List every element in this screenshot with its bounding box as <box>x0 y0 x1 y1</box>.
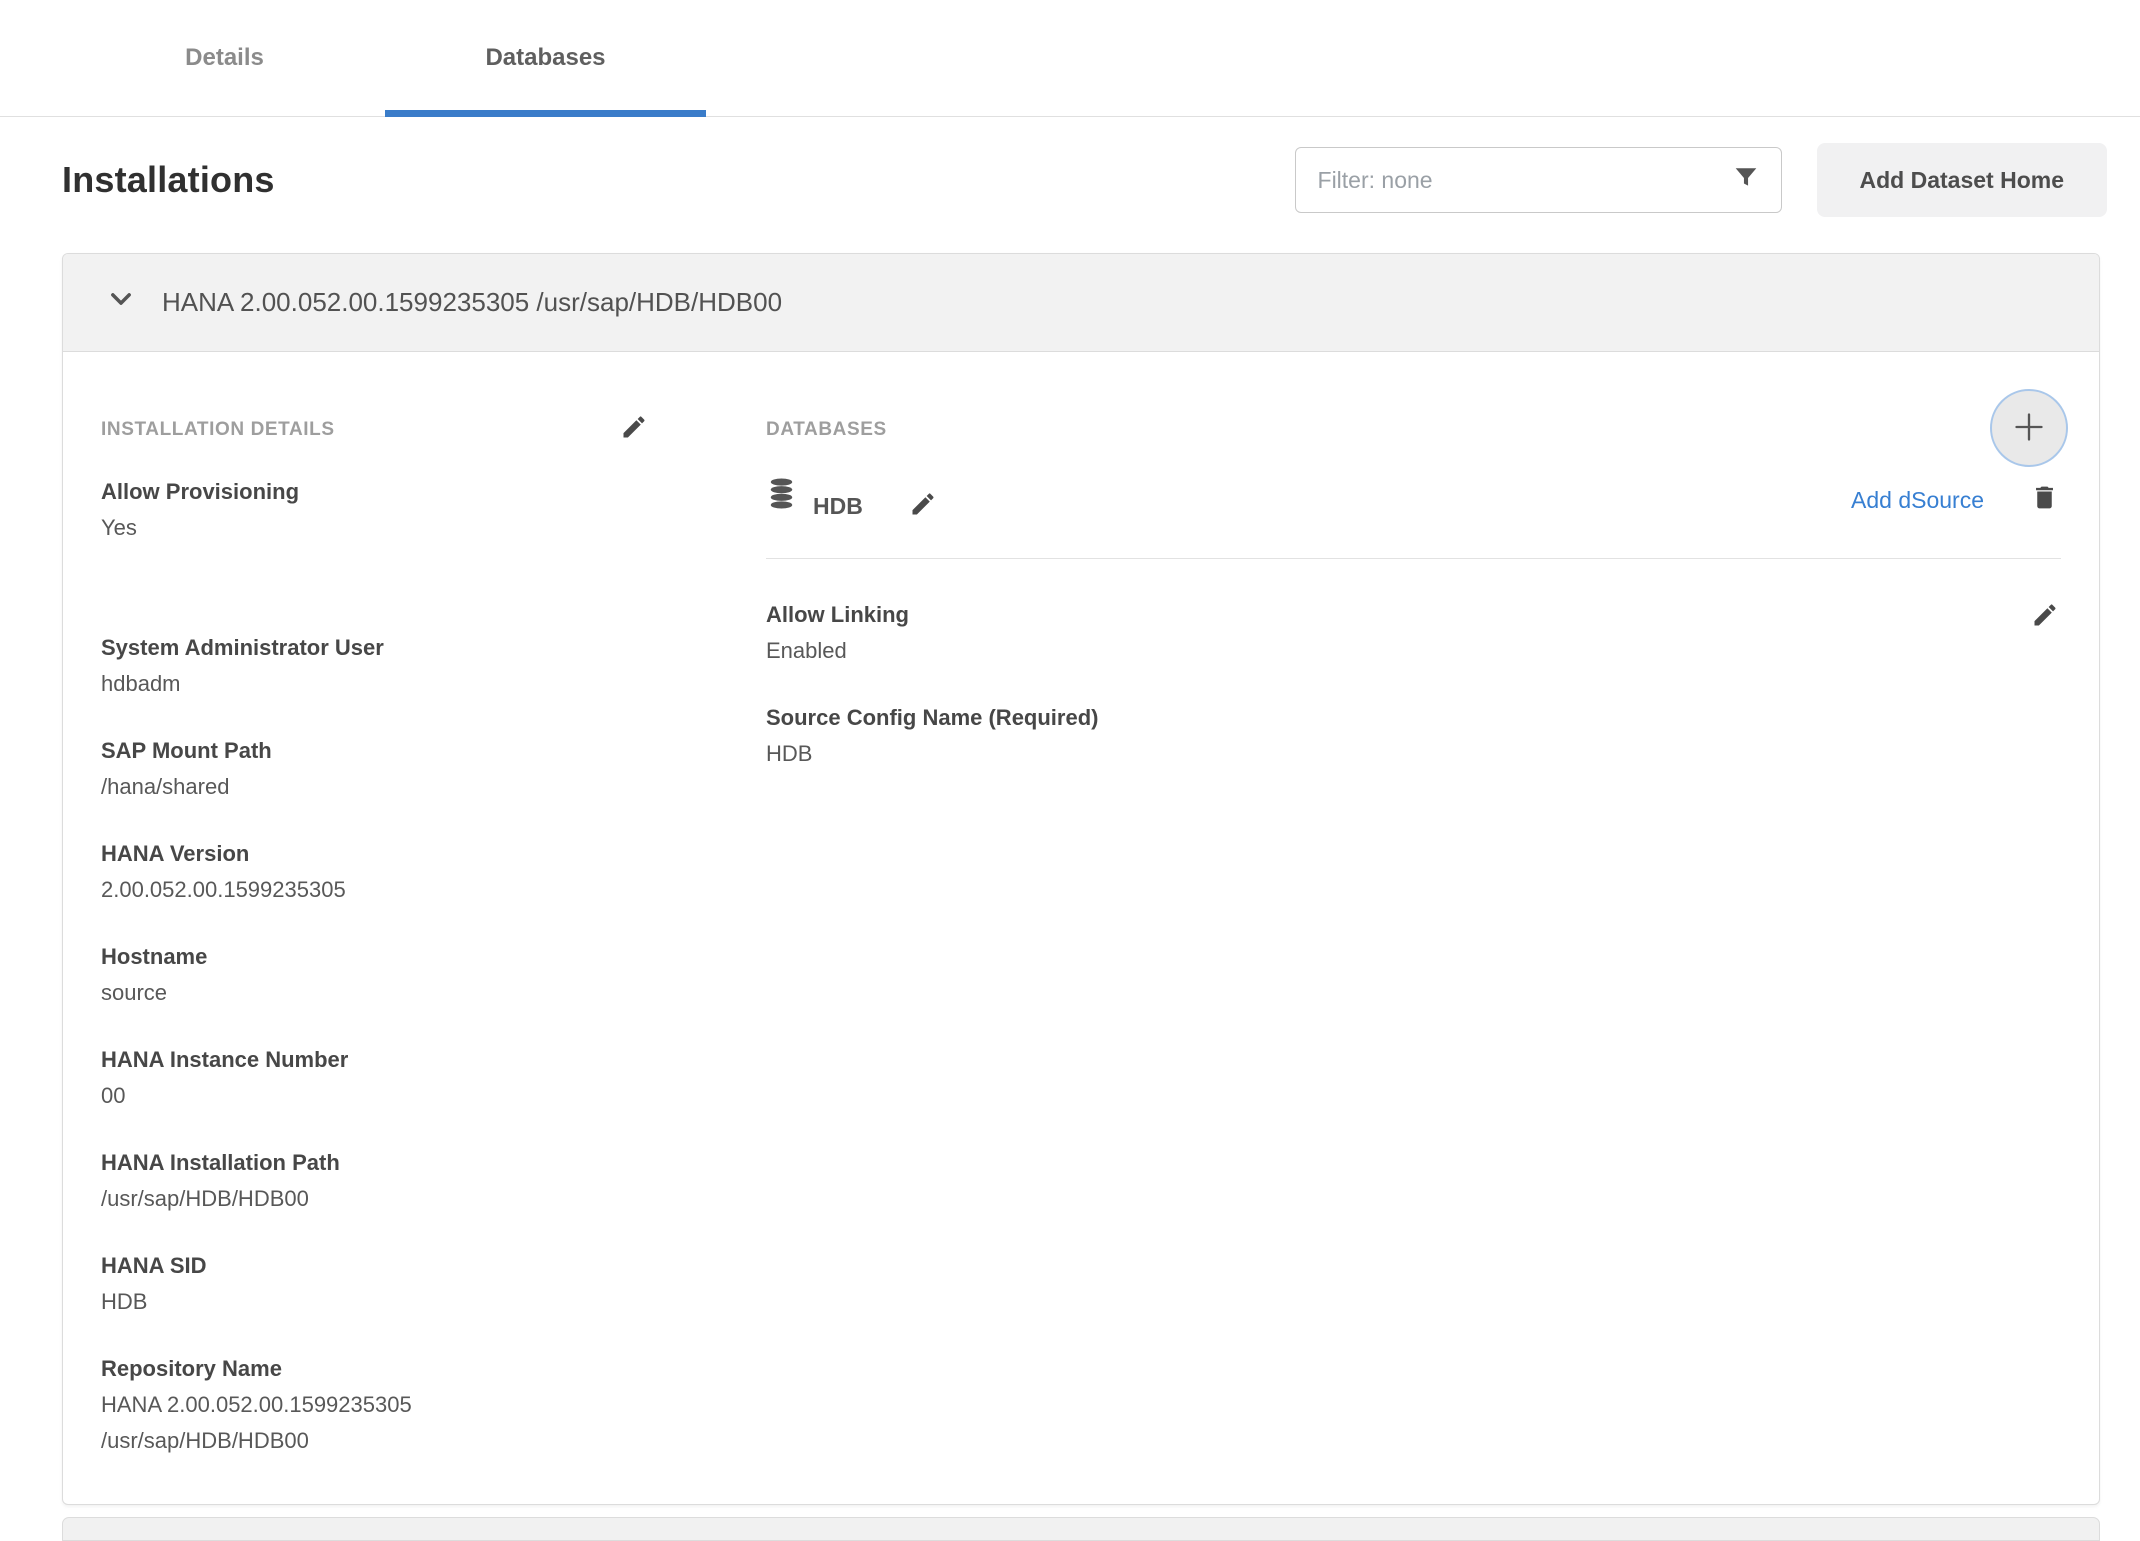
tab-details-label: Details <box>185 44 264 72</box>
filter-box[interactable] <box>1295 147 1782 213</box>
installation-panel-header[interactable]: HANA 2.00.052.00.1599235305 /usr/sap/HDB… <box>63 254 2099 352</box>
edit-database-name-icon[interactable] <box>909 490 937 523</box>
field-value: Enabled <box>766 633 909 669</box>
field-label: HANA Installation Path <box>101 1145 648 1181</box>
page-title: Installations <box>62 159 1295 201</box>
field-label: Repository Name <box>101 1351 648 1387</box>
filter-input[interactable] <box>1318 167 1733 194</box>
tab-details[interactable]: Details <box>64 0 385 116</box>
field-hana-installation-path: HANA Installation Path /usr/sap/HDB/HDB0… <box>101 1145 648 1217</box>
page-header: Installations Add Dataset Home <box>0 117 2140 253</box>
field-label: SAP Mount Path <box>101 733 648 769</box>
field-label: Allow Linking <box>766 597 909 633</box>
allow-linking-row: Allow Linking Enabled <box>766 597 2061 700</box>
add-database-button[interactable] <box>1990 389 2068 467</box>
databases-heading: DATABASES <box>766 419 887 441</box>
field-value: 2.00.052.00.1599235305 <box>101 872 531 908</box>
installation-details-section: INSTALLATION DETAILS Allow Provisioning … <box>101 416 648 1490</box>
tab-bar: Details Databases <box>0 0 2140 117</box>
next-installation-panel-peek[interactable] <box>62 1517 2100 1541</box>
field-label: Allow Provisioning <box>101 474 648 510</box>
installation-panel: HANA 2.00.052.00.1599235305 /usr/sap/HDB… <box>62 253 2100 1505</box>
database-name: HDB <box>813 493 863 520</box>
field-repository-name: Repository Name HANA 2.00.052.00.1599235… <box>101 1351 648 1459</box>
active-tab-underline <box>385 110 706 117</box>
field-value: /hana/shared <box>101 769 531 805</box>
installation-details-heading: INSTALLATION DETAILS <box>101 419 335 441</box>
field-label: Hostname <box>101 939 648 975</box>
chevron-down-icon[interactable] <box>107 285 135 320</box>
field-label: HANA SID <box>101 1248 648 1284</box>
installation-panel-body: INSTALLATION DETAILS Allow Provisioning … <box>63 352 2099 1490</box>
field-value: Yes <box>101 510 531 546</box>
database-stack-icon <box>768 478 795 514</box>
filter-icon[interactable] <box>1733 165 1759 196</box>
field-allow-linking: Allow Linking Enabled <box>766 597 909 669</box>
field-sap-mount-path: SAP Mount Path /hana/shared <box>101 733 648 805</box>
field-label: HANA Instance Number <box>101 1042 648 1078</box>
tab-databases[interactable]: Databases <box>385 0 706 116</box>
field-hostname: Hostname source <box>101 939 648 1011</box>
field-system-administrator-user: System Administrator User hdbadm <box>101 630 648 702</box>
field-label: Source Config Name (Required) <box>766 700 2061 736</box>
delete-database-icon[interactable] <box>2030 482 2059 518</box>
field-hana-sid: HANA SID HDB <box>101 1248 648 1320</box>
field-value: /usr/sap/HDB/HDB00 <box>101 1181 531 1217</box>
installation-title: HANA 2.00.052.00.1599235305 /usr/sap/HDB… <box>162 287 782 318</box>
databases-section: DATABASES HDB <box>766 416 2061 1490</box>
field-label: System Administrator User <box>101 630 648 666</box>
add-dataset-home-button[interactable]: Add Dataset Home <box>1817 143 2107 217</box>
field-value: HANA 2.00.052.00.1599235305 /usr/sap/HDB… <box>101 1387 531 1459</box>
plus-icon <box>2009 407 2049 450</box>
field-hana-instance-number: HANA Instance Number 00 <box>101 1042 648 1114</box>
field-value: hdbadm <box>101 666 531 702</box>
tab-databases-label: Databases <box>485 44 605 72</box>
field-source-config-name: Source Config Name (Required) HDB <box>766 700 2061 772</box>
field-label: HANA Version <box>101 836 648 872</box>
field-value: HDB <box>766 736 1196 772</box>
edit-installation-details-icon[interactable] <box>620 413 648 447</box>
add-dsource-link[interactable]: Add dSource <box>1851 487 1984 514</box>
edit-database-config-icon[interactable] <box>2031 601 2059 634</box>
database-row: HDB Add dSource <box>766 474 2061 559</box>
field-allow-provisioning: Allow Provisioning Yes <box>101 474 648 546</box>
field-hana-version: HANA Version 2.00.052.00.1599235305 <box>101 836 648 908</box>
field-value: 00 <box>101 1078 531 1114</box>
field-value: HDB <box>101 1284 531 1320</box>
field-value: source <box>101 975 531 1011</box>
